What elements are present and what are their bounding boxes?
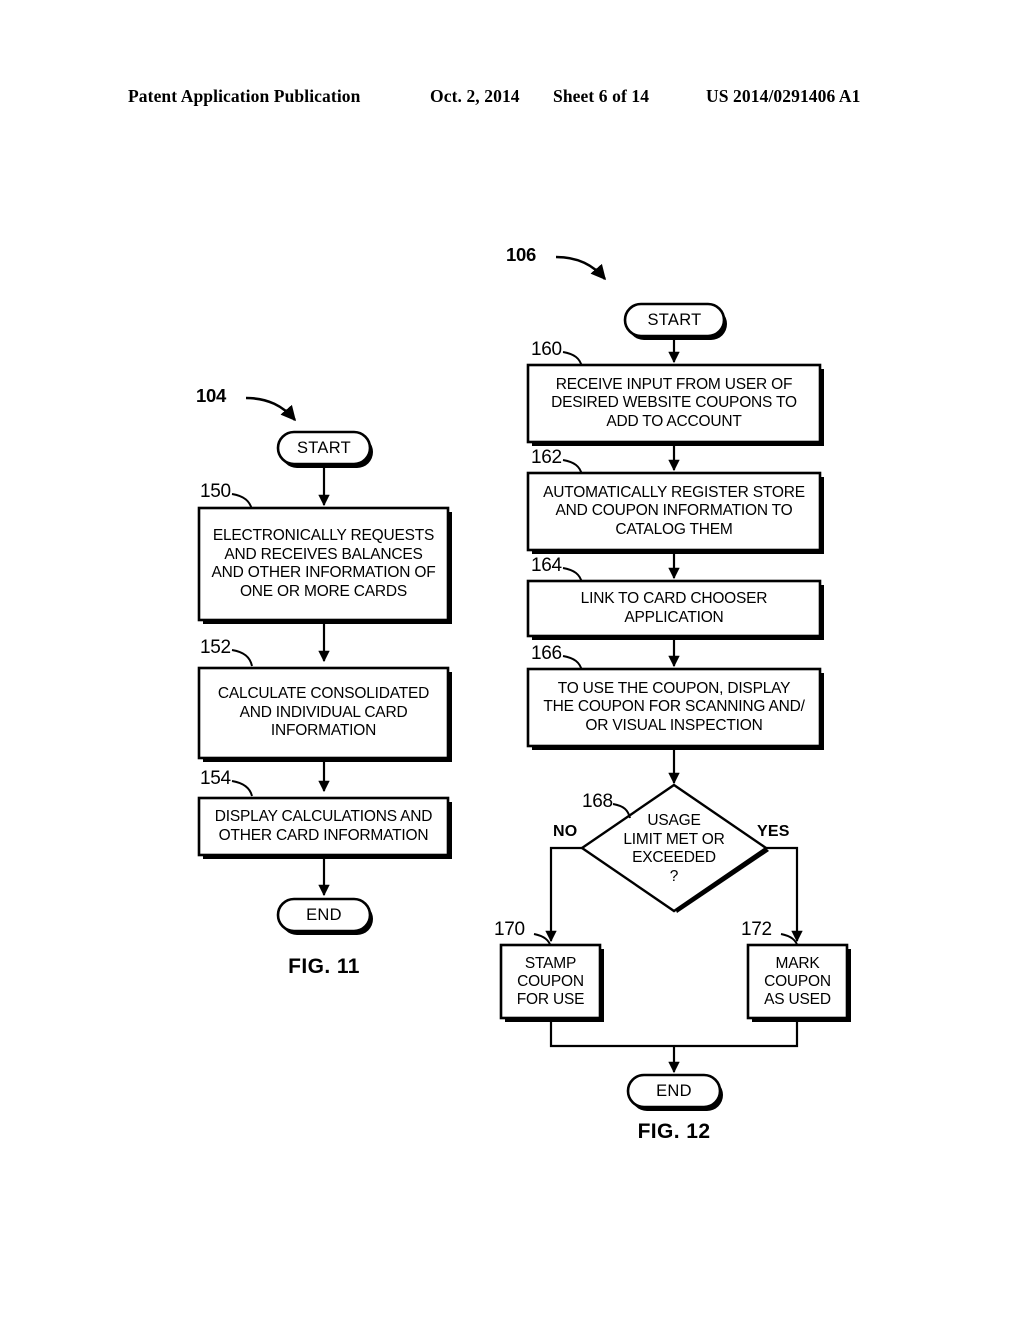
branch-label-no: NO (553, 823, 578, 840)
figure-caption-11: FIG. 11 (288, 955, 360, 978)
step-154-text: DISPLAY CALCULATIONS AND OTHER CARD INFO… (214, 808, 433, 844)
decision-168-text: USAGE LIMIT MET OR EXCEEDED ? (623, 812, 725, 885)
step-150-text: ELECTRONICALLY REQUESTS AND RECEIVES BAL… (211, 527, 436, 600)
step-160-text: RECEIVE INPUT FROM USER OF DESIRED WEBSI… (551, 375, 797, 430)
branch-172-text: MARK COUPON AS USED (764, 954, 831, 1008)
ref-number-172: 172 (741, 919, 772, 940)
connector-172-merge (674, 1018, 799, 1048)
connector-no-branch (545, 846, 582, 943)
branch-170-text: STAMP COUPON FOR USE (516, 954, 585, 1008)
ref-number-164: 164 (531, 555, 562, 576)
patent-drawing-canvas: 104 START 150 ELECTRONICALLY REQUESTS AN… (0, 0, 1024, 1320)
start-label-fig12: START (647, 311, 702, 329)
ref-number-162: 162 (531, 447, 562, 468)
ref-number-154: 154 (200, 768, 231, 789)
branch-label-yes: YES (757, 823, 790, 840)
ref-leader-152 (231, 649, 253, 667)
step-164-text: LINK TO CARD CHOOSER APPLICATION (580, 590, 768, 626)
ref-number-104: 104 (196, 385, 226, 406)
flowchart-vector-layer (197, 255, 851, 1111)
figure-caption-12: FIG. 12 (637, 1120, 711, 1143)
end-label-fig12: END (656, 1082, 692, 1100)
ref-arrow-104 (245, 396, 296, 422)
start-label-fig11: START (296, 439, 352, 457)
ref-number-170: 170 (494, 919, 525, 940)
step-152-text: CALCULATE CONSOLIDATED AND INDIVIDUAL CA… (217, 685, 430, 740)
ref-number-152: 152 (200, 637, 231, 658)
end-label-fig11: END (306, 906, 342, 924)
ref-number-150: 150 (200, 481, 231, 502)
ref-number-166: 166 (531, 643, 562, 664)
ref-number-106: 106 (506, 244, 536, 265)
connector-170-merge (549, 1018, 674, 1048)
ref-arrow-106 (555, 255, 606, 281)
ref-number-160: 160 (531, 339, 562, 360)
ref-leader-154 (231, 780, 253, 797)
step-162-text: AUTOMATICALLY REGISTER STORE AND COUPON … (543, 483, 805, 538)
step-166-text: TO USE THE COUPON, DISPLAY THE COUPON FO… (543, 679, 805, 734)
